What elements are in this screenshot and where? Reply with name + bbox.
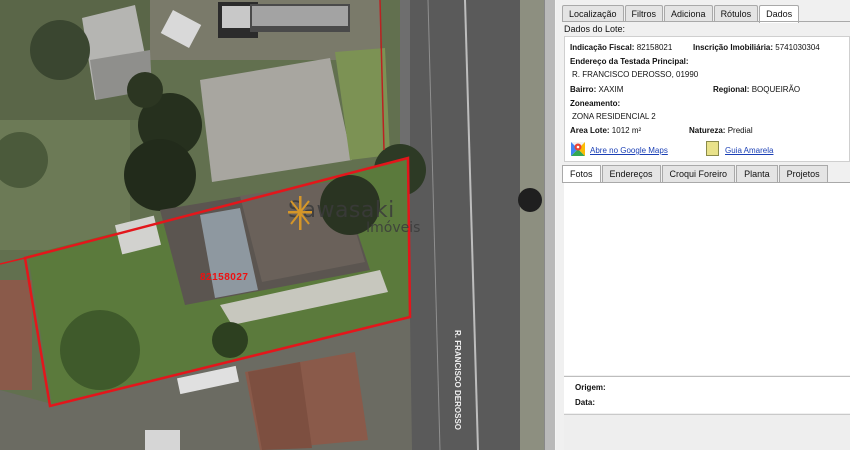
tab-adiciona[interactable]: Adiciona <box>664 5 713 22</box>
inscricao-label: Inscrição Imobiliária: <box>693 43 774 52</box>
natureza-value: Predial <box>727 126 753 135</box>
bairro-value: XAXIM <box>598 85 624 94</box>
tab-enderecos[interactable]: Endereços <box>601 165 661 182</box>
photo-content-area <box>564 183 850 375</box>
google-maps-icon[interactable] <box>571 142 585 156</box>
indicacao-fiscal-value: 82158021 <box>636 43 673 52</box>
endereco-label: Endereço da Testada Principal: <box>570 57 689 66</box>
area-label: Area Lote: <box>570 126 610 135</box>
tab-filtros[interactable]: Filtros <box>624 5 664 22</box>
tab-projetos[interactable]: Projetos <box>778 165 828 182</box>
street-name-label: R. FRANCISCO DEROSSO <box>453 330 462 431</box>
bairro-label: Bairro: <box>570 85 597 94</box>
watermark-subtext: Imóveis <box>366 220 421 236</box>
natureza-label: Natureza: <box>689 126 726 135</box>
watermark-star-icon <box>288 196 312 230</box>
tab-separator <box>562 21 850 22</box>
bottom-area <box>564 414 850 450</box>
map-imagery <box>0 0 544 450</box>
tab-rotulos[interactable]: Rótulos <box>713 5 759 22</box>
parcel-id-label: 82158027 <box>200 272 249 283</box>
data-label: Data: <box>575 398 596 407</box>
photo-meta: Origem: Data: <box>564 377 850 413</box>
tab-localizacao[interactable]: Localização <box>562 5 624 22</box>
tab-fotos[interactable]: Fotos <box>562 165 601 182</box>
origem-label: Origem: <box>575 383 606 392</box>
top-tabs: Localização Filtros Adiciona Rótulos Dad… <box>562 5 800 23</box>
regional-value: BOQUEIRÃO <box>751 85 801 94</box>
media-tabs: Fotos Endereços Croqui Foreiro Planta Pr… <box>562 165 829 182</box>
zoneamento-label: Zoneamento: <box>570 99 621 108</box>
google-maps-link[interactable]: Abre no Google Maps <box>590 146 668 155</box>
area-value: 1012 m² <box>611 126 642 135</box>
tab-croqui-foreiro[interactable]: Croqui Foreiro <box>661 165 736 182</box>
satellite-map[interactable]: Sawasaki Imóveis 82158027 R. FRANCISCO D… <box>0 0 544 450</box>
guia-amarela-icon[interactable] <box>706 141 719 156</box>
inscricao-value: 5741030304 <box>775 43 820 52</box>
indicacao-fiscal-label: Indicação Fiscal: <box>570 43 635 52</box>
endereco-value: R. FRANCISCO DEROSSO, 01990 <box>572 70 699 79</box>
section-title: Dados do Lote: <box>564 24 626 34</box>
info-panel: Localização Filtros Adiciona Rótulos Dad… <box>556 0 850 450</box>
guia-amarela-link[interactable]: Guia Amarela <box>725 146 773 155</box>
sawasaki-watermark: Sawasaki Imóveis <box>288 196 448 246</box>
panel-splitter[interactable] <box>544 0 556 450</box>
regional-label: Regional: <box>713 85 750 94</box>
tab-planta[interactable]: Planta <box>736 165 778 182</box>
zoneamento-value: ZONA RESIDENCIAL 2 <box>572 112 656 121</box>
